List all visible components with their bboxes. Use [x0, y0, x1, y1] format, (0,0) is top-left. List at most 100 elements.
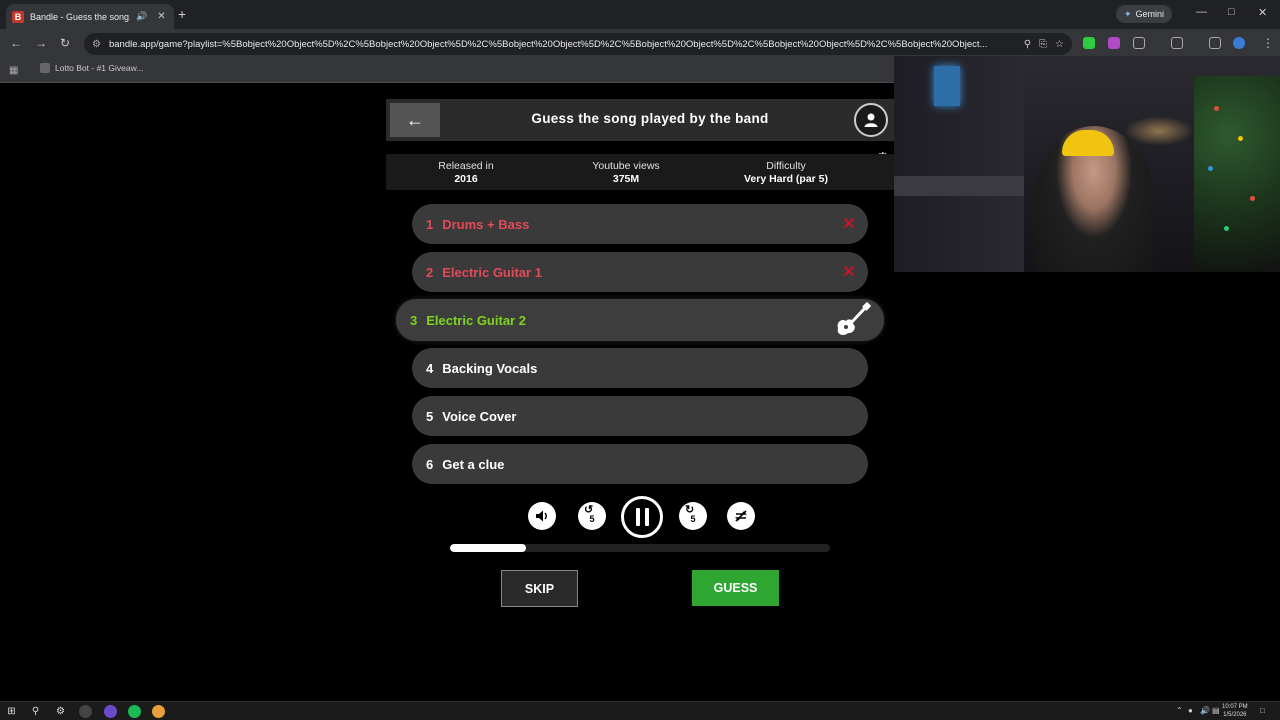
- progress-fill: [450, 544, 526, 552]
- stat-label: Youtube views: [592, 160, 660, 172]
- track-electric-guitar-1[interactable]: 2 Electric Guitar 1: [412, 252, 868, 292]
- microphone-icon[interactable]: ●: [1188, 706, 1193, 715]
- zoom-icon[interactable]: ⚲: [1024, 39, 1031, 50]
- gemini-label: Gemini: [1135, 9, 1165, 19]
- track-electric-guitar-2[interactable]: 3 Electric Guitar 2: [396, 299, 884, 341]
- notifications-icon[interactable]: □: [1260, 706, 1265, 715]
- track-number: 1: [426, 216, 434, 232]
- bookmark-label: Lotto Bot - #1 Giveaw...: [55, 63, 144, 73]
- install-icon[interactable]: ⎘: [1039, 39, 1047, 50]
- search-icon[interactable]: ⚲: [29, 705, 42, 718]
- bookmark-favicon-icon: [40, 63, 50, 73]
- reload-icon[interactable]: ↻: [60, 36, 70, 50]
- app-icon[interactable]: [79, 705, 92, 718]
- tray-chevron-icon[interactable]: ⌃: [1176, 706, 1183, 715]
- track-number: 3: [410, 312, 418, 328]
- tree-light: [1208, 166, 1213, 171]
- network-icon[interactable]: ▤: [1212, 706, 1220, 715]
- track-backing-vocals[interactable]: 4 Backing Vocals: [412, 348, 868, 388]
- minimize-icon[interactable]: —: [1196, 6, 1207, 18]
- track-number: 6: [426, 456, 434, 472]
- windows-start-icon[interactable]: ⊞: [5, 705, 18, 718]
- rewind-5-button[interactable]: ↺ 5: [578, 502, 606, 530]
- address-bar[interactable]: ⚙ bandle.app/game?playlist=%5Bobject%20O…: [84, 33, 1072, 55]
- volume-tray-icon[interactable]: 🔊: [1200, 706, 1210, 715]
- electric-guitar-icon: [837, 302, 871, 336]
- stat-value: Very Hard (par 5): [743, 173, 829, 185]
- gemini-button[interactable]: ✦ Gemini: [1116, 5, 1173, 23]
- track-label: Voice Cover: [442, 408, 517, 424]
- taskbar-clock[interactable]: 10:07 PM 1/5/2026: [1222, 703, 1248, 719]
- profile-avatar-icon[interactable]: [1233, 37, 1245, 49]
- track-label: Backing Vocals: [442, 360, 538, 376]
- settings-app-icon[interactable]: ⚙: [54, 705, 67, 718]
- shuffle-button[interactable]: [727, 502, 755, 530]
- skip-button[interactable]: SKIP: [501, 570, 578, 607]
- wrong-x-icon: [844, 266, 854, 276]
- browser-titlebar: B Bandle - Guess the song, one 🔊 ✕ + ✦ G…: [0, 0, 1280, 29]
- playback-progress-bar[interactable]: [450, 544, 830, 552]
- forward-5-button[interactable]: ↻ 5: [679, 502, 707, 530]
- page-title: Guess the song played by the band: [531, 111, 769, 126]
- sidepanel-icon[interactable]: [1171, 37, 1183, 49]
- song-info-bar: Released in 2016 Youtube views 375M Diff…: [386, 154, 894, 190]
- stat-value: 375M: [612, 173, 640, 185]
- site-info-icon[interactable]: ⚙: [92, 39, 101, 50]
- close-tab-icon[interactable]: ✕: [157, 11, 165, 22]
- apps-grid-icon[interactable]: ▦: [9, 65, 19, 76]
- browser-menu-icon[interactable]: ⋮: [1262, 36, 1274, 50]
- difficulty-stat: Difficulty Very Hard (par 5): [706, 154, 866, 190]
- game-header: ← Guess the song played by the band: [386, 99, 894, 141]
- extensions-puzzle-icon[interactable]: [1133, 37, 1145, 49]
- youtube-views-stat: Youtube views 375M: [546, 154, 706, 190]
- clock-date: 1/5/2026: [1223, 712, 1247, 718]
- track-label: Electric Guitar 2: [426, 312, 526, 328]
- track-label: Electric Guitar 1: [442, 264, 542, 280]
- tree-light: [1214, 106, 1219, 111]
- volume-button[interactable]: [528, 502, 556, 530]
- speaker-icon[interactable]: 🔊: [136, 11, 147, 22]
- new-tab-button[interactable]: +: [178, 6, 186, 22]
- extension-purple-icon[interactable]: [1108, 37, 1120, 49]
- chrome-icon[interactable]: [152, 705, 165, 718]
- bookmark-item[interactable]: Lotto Bot - #1 Giveaw...: [40, 63, 143, 73]
- pause-icon: [644, 508, 649, 526]
- webcam-christmas-tree: [1194, 76, 1280, 272]
- stat-value: 2016: [454, 173, 478, 185]
- wrong-x-icon: [844, 218, 854, 228]
- track-label: Get a clue: [442, 456, 505, 472]
- track-number: 2: [426, 264, 434, 280]
- close-window-icon[interactable]: ✕: [1258, 6, 1267, 19]
- track-voice-cover[interactable]: 5 Voice Cover: [412, 396, 868, 436]
- browser-tab[interactable]: B Bandle - Guess the song, one 🔊 ✕: [6, 4, 174, 29]
- rewind-seconds: 5: [589, 514, 595, 524]
- tree-light: [1224, 226, 1229, 231]
- obs-icon[interactable]: [104, 705, 117, 718]
- bookmark-star-icon[interactable]: ☆: [1055, 39, 1064, 50]
- maximize-icon[interactable]: □: [1228, 6, 1235, 18]
- playback-controls: ↺ 5 ↻ 5: [0, 496, 1280, 538]
- forward-nav-icon[interactable]: →: [35, 36, 47, 50]
- webcam-lamp-glow: [1124, 116, 1194, 146]
- tab-title: Bandle - Guess the song, one: [30, 11, 130, 22]
- track-label: Drums + Bass: [442, 216, 530, 232]
- profile-button[interactable]: [854, 103, 888, 137]
- pause-button[interactable]: [621, 496, 663, 538]
- stat-label: Difficulty: [766, 160, 806, 172]
- track-number: 4: [426, 360, 434, 376]
- url-text[interactable]: bandle.app/game?playlist=%5Bobject%20Obj…: [109, 39, 1016, 50]
- track-get-a-clue[interactable]: 6 Get a clue: [412, 444, 868, 484]
- track-number: 5: [426, 408, 434, 424]
- spotify-icon[interactable]: [128, 705, 141, 718]
- tree-light: [1250, 196, 1255, 201]
- speaker-icon: [536, 510, 547, 522]
- media-icon[interactable]: [1209, 37, 1221, 49]
- extension-green-icon[interactable]: [1083, 37, 1095, 49]
- tree-light: [1238, 136, 1243, 141]
- back-nav-icon[interactable]: ←: [10, 36, 22, 50]
- guess-button[interactable]: GUESS: [692, 570, 779, 606]
- bandle-favicon-icon: B: [12, 10, 24, 23]
- windows-taskbar: ⊞ ⚲ ⚙ ⌃ ● 🔊 ▤ 10:07 PM 1/5/2026 □: [0, 701, 1280, 720]
- track-drums-bass[interactable]: 1 Drums + Bass: [412, 204, 868, 244]
- release-year-stat: Released in 2016: [386, 154, 546, 190]
